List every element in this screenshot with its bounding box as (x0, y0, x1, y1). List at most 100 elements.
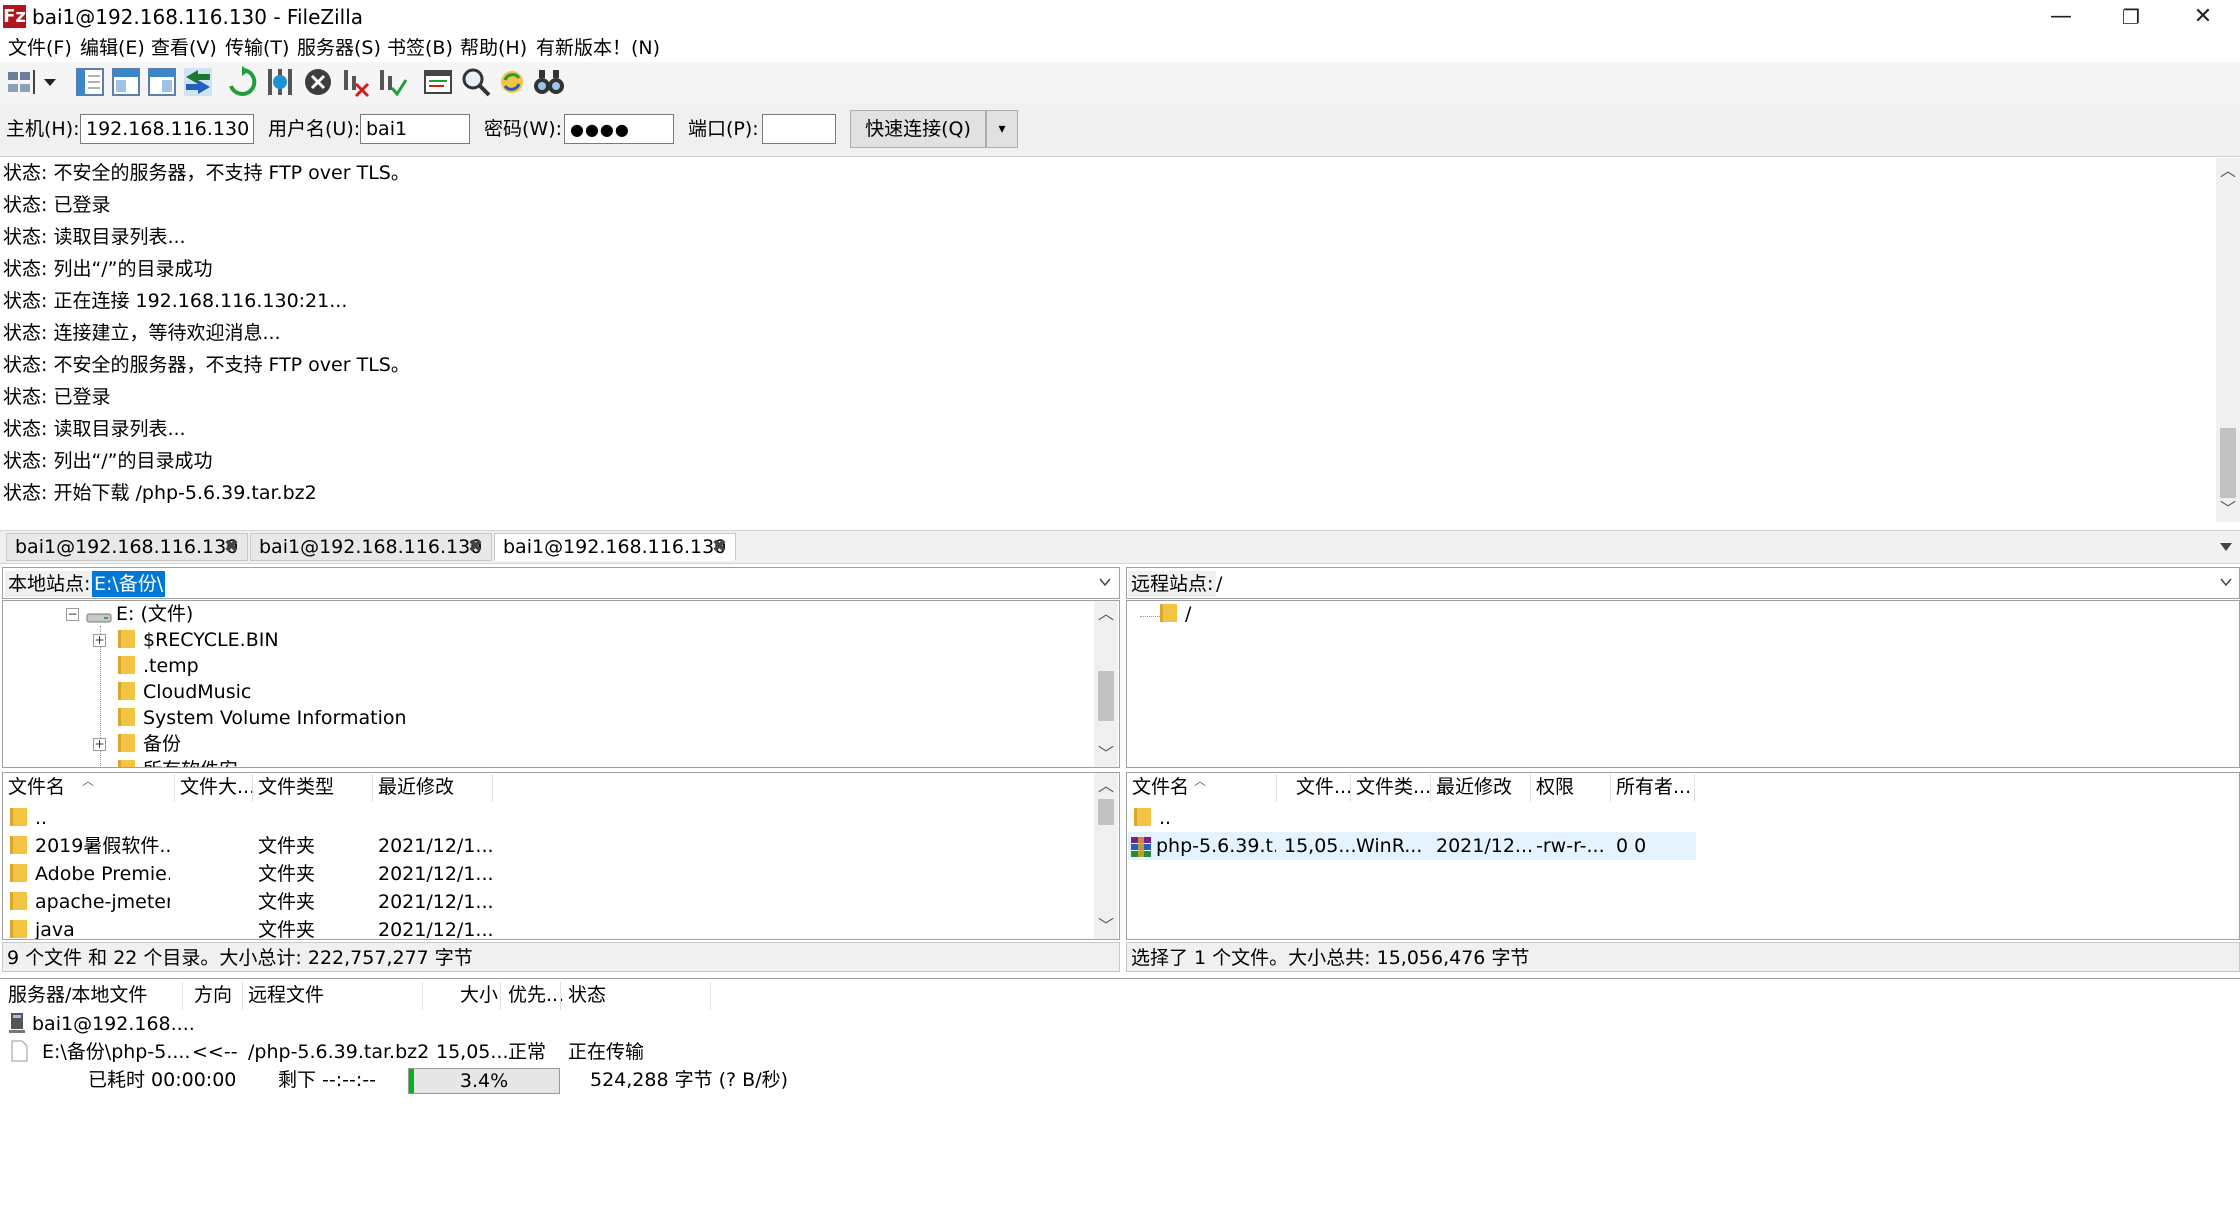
column-header-modified[interactable]: 最近修改 (378, 774, 454, 800)
tree-item-drive[interactable]: E: (文件) (116, 601, 193, 627)
chevron-down-icon[interactable] (2218, 575, 2234, 589)
close-window-button[interactable]: ✕ (2170, 0, 2236, 34)
scroll-up-icon[interactable]: ︿ (2217, 160, 2239, 182)
scroll-up-icon[interactable]: ︿ (1095, 775, 1117, 797)
toggle-remote-tree-icon[interactable] (146, 66, 178, 98)
remote-directory-tree[interactable] (1126, 600, 2240, 768)
tab-close-icon[interactable]: ✖ (468, 534, 483, 560)
dropdown-arrow-icon[interactable] (42, 74, 58, 90)
disconnect-icon[interactable] (340, 66, 372, 98)
menu-file[interactable]: 文件(F) (8, 35, 72, 61)
menu-edit[interactable]: 编辑(E) (80, 35, 145, 61)
menu-view[interactable]: 查看(V) (151, 35, 217, 61)
menu-server[interactable]: 服务器(S) (297, 35, 381, 61)
local-list-scrollbar[interactable]: ︿ ﹀ (1094, 773, 1118, 939)
collapse-icon[interactable]: − (66, 608, 79, 621)
menu-help[interactable]: 帮助(H) (460, 35, 527, 61)
column-divider[interactable] (1694, 774, 1695, 802)
column-divider[interactable] (1276, 774, 1277, 802)
tree-item-folder[interactable]: CloudMusic (118, 679, 251, 705)
port-input[interactable] (762, 114, 836, 144)
scroll-down-icon[interactable]: ﹀ (2217, 498, 2239, 520)
host-input[interactable] (80, 114, 254, 144)
scroll-up-icon[interactable]: ︿ (1095, 603, 1117, 625)
tree-item-folder[interactable]: System Volume Information (118, 705, 407, 731)
column-header-filename[interactable]: 文件名 (8, 774, 65, 800)
column-divider[interactable] (710, 982, 711, 1010)
queue-server-row[interactable]: bai1@192.168.... (32, 1011, 195, 1037)
file-row[interactable]: apache-jmeter... (10, 889, 170, 915)
tree-item-root[interactable]: / (1160, 601, 1191, 627)
file-row[interactable]: Adobe Premie... (10, 861, 170, 887)
search-icon[interactable] (532, 66, 566, 98)
column-divider[interactable] (1430, 774, 1431, 802)
queue-header-status[interactable]: 状态 (568, 982, 606, 1008)
tree-item-folder[interactable]: .temp (118, 653, 199, 679)
quickconnect-button[interactable]: 快速连接(Q) (850, 110, 986, 148)
column-divider[interactable] (492, 774, 493, 802)
file-row[interactable]: 2019暑假软件... (10, 833, 170, 859)
column-divider[interactable] (372, 774, 373, 802)
tree-item-folder-partial[interactable]: 所有软件安... (118, 757, 256, 767)
column-divider[interactable] (174, 774, 175, 802)
column-divider[interactable] (1350, 774, 1351, 802)
username-input[interactable] (360, 114, 470, 144)
transfer-queue[interactable] (0, 978, 2240, 1220)
column-divider[interactable] (182, 982, 183, 1010)
column-header-type[interactable]: 文件类... (1356, 774, 1431, 800)
menu-new-version[interactable]: 有新版本！(N) (536, 35, 660, 61)
refresh-icon[interactable] (226, 66, 258, 98)
file-row[interactable]: .. (1134, 805, 1171, 831)
menu-transfer[interactable]: 传输(T) (225, 35, 289, 61)
tab-close-icon[interactable]: ✖ (712, 534, 727, 560)
cancel-icon[interactable] (302, 66, 334, 98)
menu-bookmarks[interactable]: 书签(B) (387, 35, 453, 61)
reconnect-icon[interactable] (376, 66, 408, 98)
tree-item-folder[interactable]: $RECYCLE.BIN (118, 627, 279, 653)
column-header-type[interactable]: 文件类型 (258, 774, 334, 800)
password-input[interactable] (564, 114, 674, 144)
column-divider[interactable] (252, 774, 253, 802)
restore-button[interactable]: ❐ (2098, 0, 2164, 34)
column-divider[interactable] (422, 982, 423, 1010)
toggle-transfer-queue-icon[interactable] (182, 66, 214, 98)
chevron-down-icon[interactable] (1097, 575, 1113, 589)
tabs-menu-icon[interactable] (2218, 540, 2234, 554)
column-header-filename[interactable]: 文件名 (1132, 774, 1189, 800)
toggle-log-icon[interactable] (74, 66, 106, 98)
scroll-thumb[interactable] (1098, 799, 1114, 825)
toggle-local-tree-icon[interactable] (110, 66, 142, 98)
tab-connection-2[interactable]: bai1@192.168.116.130 ✖ (250, 533, 492, 561)
column-header-size[interactable]: 文件... (1296, 774, 1352, 800)
scroll-down-icon[interactable]: ﹀ (1095, 915, 1117, 937)
remote-path-input[interactable]: / (1216, 571, 1222, 597)
scroll-thumb[interactable] (1098, 671, 1114, 721)
column-divider[interactable] (242, 982, 243, 1010)
tree-item-folder[interactable]: 备份 (118, 731, 181, 757)
queue-header-size[interactable]: 大小 (460, 982, 498, 1008)
queue-header-priority[interactable]: 优先... (508, 982, 564, 1008)
tab-connection-1[interactable]: bai1@192.168.116.130 ✖ (6, 533, 248, 561)
minimize-button[interactable]: — (2028, 0, 2094, 34)
tab-close-icon[interactable]: ✖ (224, 534, 239, 560)
column-divider[interactable] (1530, 774, 1531, 802)
column-header-owner[interactable]: 所有者... (1616, 774, 1691, 800)
column-divider[interactable] (560, 982, 561, 1010)
site-manager-icon[interactable] (6, 66, 40, 98)
quickconnect-history-dropdown[interactable]: ▾ (986, 110, 1018, 148)
tab-connection-3[interactable]: bai1@192.168.116.130 ✖ (494, 533, 736, 561)
file-row[interactable]: .. (10, 805, 47, 831)
column-divider[interactable] (1610, 774, 1611, 802)
expand-icon[interactable]: + (93, 738, 106, 751)
queue-header-server-local[interactable]: 服务器/本地文件 (8, 982, 147, 1008)
compare-icon[interactable] (460, 66, 492, 98)
scroll-thumb[interactable] (2220, 428, 2236, 498)
filter-icon[interactable] (422, 66, 454, 98)
expand-icon[interactable]: + (93, 634, 106, 647)
queue-header-direction[interactable]: 方向 (194, 982, 232, 1008)
file-row[interactable]: java (10, 917, 170, 939)
column-header-size[interactable]: 文件大... (180, 774, 255, 800)
local-path-input[interactable]: E:\备份\ (92, 571, 166, 597)
column-header-permissions[interactable]: 权限 (1536, 774, 1574, 800)
scroll-down-icon[interactable]: ﹀ (1095, 743, 1117, 765)
